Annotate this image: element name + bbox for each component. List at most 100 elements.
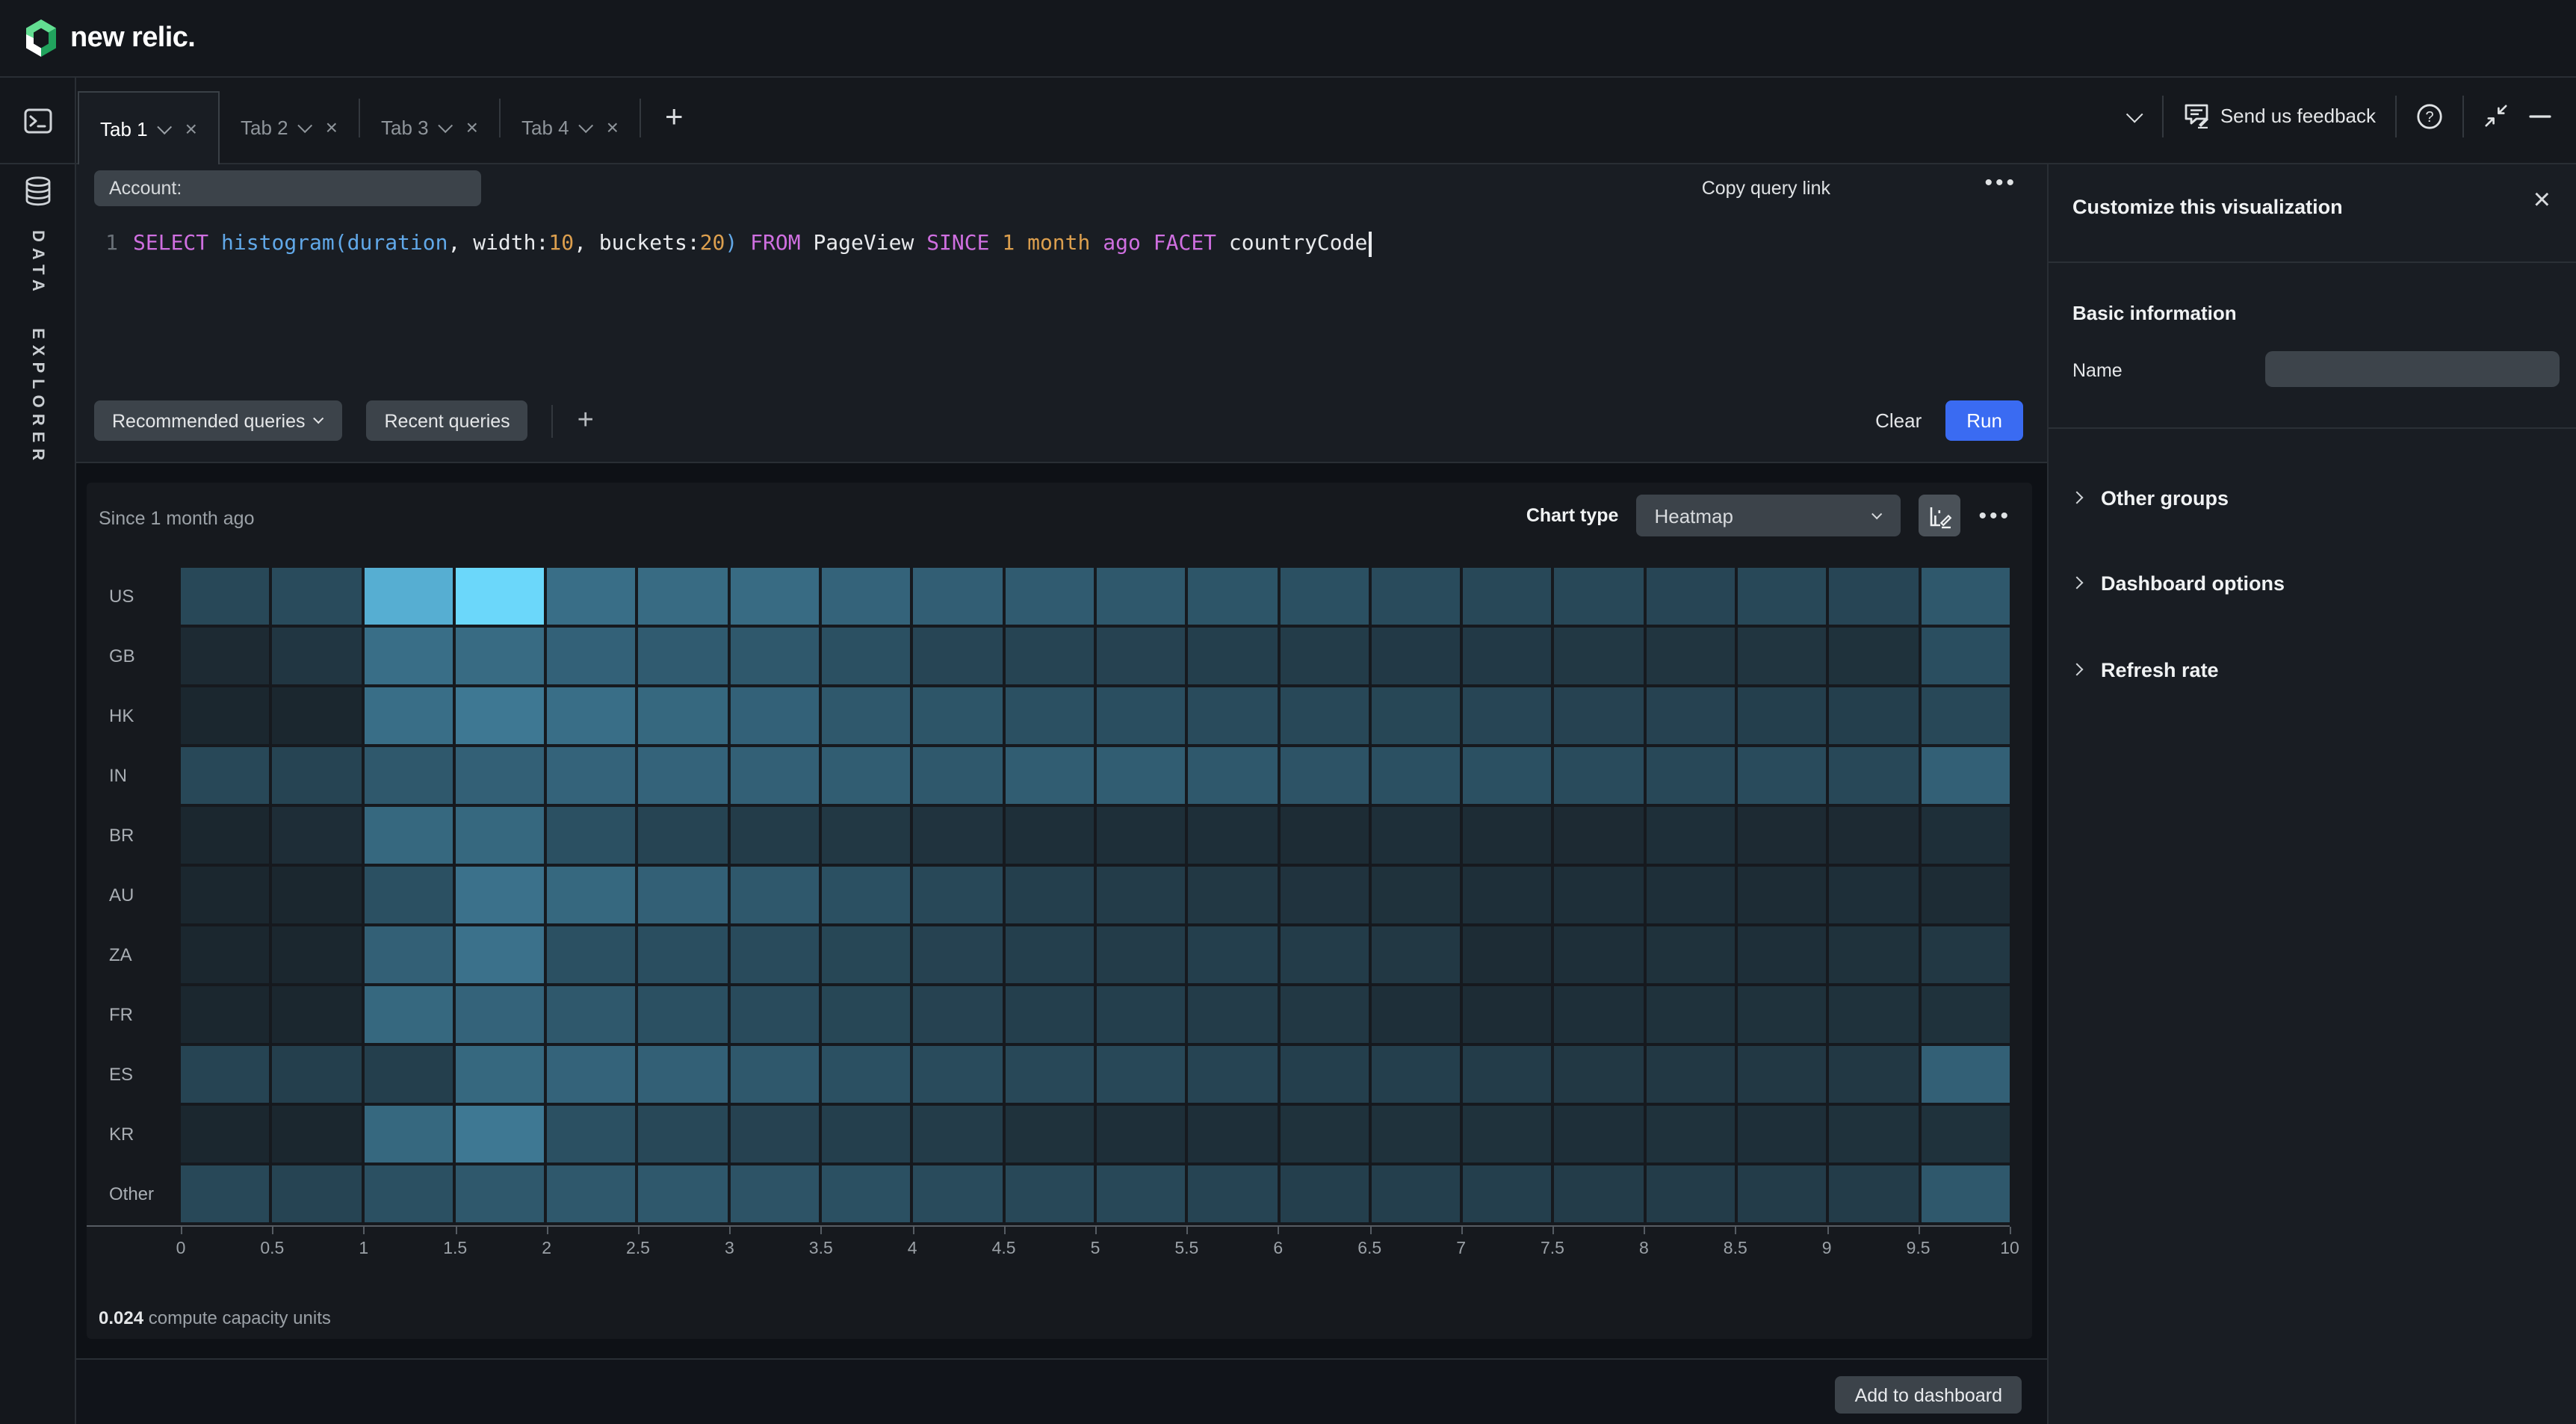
heatmap-cell[interactable] bbox=[547, 1106, 636, 1163]
recent-queries-button[interactable]: Recent queries bbox=[367, 400, 528, 441]
heatmap-cell[interactable] bbox=[1280, 807, 1369, 864]
heatmap-cell[interactable] bbox=[456, 1165, 545, 1222]
heatmap-cell[interactable] bbox=[1555, 1046, 1644, 1103]
heatmap-cell[interactable] bbox=[1280, 628, 1369, 684]
heatmap-cell[interactable] bbox=[1921, 926, 2010, 983]
heatmap-cell[interactable] bbox=[914, 1165, 1003, 1222]
heatmap-cell[interactable] bbox=[1830, 568, 1919, 625]
heatmap-cell[interactable] bbox=[1921, 687, 2010, 744]
heatmap-cell[interactable] bbox=[273, 867, 362, 923]
heatmap-cell[interactable] bbox=[364, 747, 453, 804]
tab-menu-chevron-icon[interactable] bbox=[157, 119, 172, 134]
heatmap-cell[interactable] bbox=[547, 747, 636, 804]
heatmap-cell[interactable] bbox=[1738, 568, 1827, 625]
heatmap-cell[interactable] bbox=[547, 807, 636, 864]
tab-menu-chevron-icon[interactable] bbox=[297, 117, 312, 132]
heatmap-cell[interactable] bbox=[731, 807, 820, 864]
heatmap-cell[interactable] bbox=[364, 1165, 453, 1222]
heatmap-cell[interactable] bbox=[639, 807, 728, 864]
heatmap-cell[interactable] bbox=[1921, 807, 2010, 864]
heatmap-cell[interactable] bbox=[639, 926, 728, 983]
heatmap-cell[interactable] bbox=[1372, 568, 1461, 625]
heatmap-cell[interactable] bbox=[1005, 1106, 1094, 1163]
heatmap-cell[interactable] bbox=[1830, 986, 1919, 1043]
heatmap-cell[interactable] bbox=[547, 867, 636, 923]
heatmap-cell[interactable] bbox=[456, 926, 545, 983]
heatmap-cell[interactable] bbox=[639, 1106, 728, 1163]
other-groups-section[interactable]: Other groups bbox=[2049, 471, 2576, 524]
heatmap-cell[interactable] bbox=[1463, 1106, 1552, 1163]
heatmap-cell[interactable] bbox=[1189, 687, 1278, 744]
heatmap-cell[interactable] bbox=[1097, 1106, 1186, 1163]
heatmap-cell[interactable] bbox=[1097, 807, 1186, 864]
heatmap-cell[interactable] bbox=[181, 568, 270, 625]
heatmap-cell[interactable] bbox=[1555, 926, 1644, 983]
tab-close-icon[interactable]: × bbox=[185, 118, 197, 139]
heatmap-cell[interactable] bbox=[1921, 1046, 2010, 1103]
copy-query-link-button[interactable]: Copy query link bbox=[1702, 178, 1830, 199]
heatmap-cell[interactable] bbox=[1647, 1046, 1736, 1103]
chart-more-button[interactable]: ••• bbox=[1978, 503, 2011, 528]
heatmap-cell[interactable] bbox=[822, 1165, 911, 1222]
heatmap-cell[interactable] bbox=[822, 1046, 911, 1103]
heatmap-cell[interactable] bbox=[1372, 1165, 1461, 1222]
heatmap-cell[interactable] bbox=[273, 986, 362, 1043]
heatmap-cell[interactable] bbox=[822, 807, 911, 864]
heatmap-cell[interactable] bbox=[273, 687, 362, 744]
heatmap-cell[interactable] bbox=[1463, 1046, 1552, 1103]
heatmap-cell[interactable] bbox=[1005, 747, 1094, 804]
heatmap-cell[interactable] bbox=[1647, 1106, 1736, 1163]
heatmap-cell[interactable] bbox=[1189, 926, 1278, 983]
heatmap-cell[interactable] bbox=[1647, 986, 1736, 1043]
collapse-window-button[interactable] bbox=[2483, 103, 2509, 129]
heatmap-cell[interactable] bbox=[731, 568, 820, 625]
heatmap-cell[interactable] bbox=[1463, 867, 1552, 923]
heatmap-cell[interactable] bbox=[1005, 986, 1094, 1043]
heatmap-cell[interactable] bbox=[181, 687, 270, 744]
chart-type-select[interactable]: Heatmap bbox=[1636, 495, 1901, 536]
heatmap-cell[interactable] bbox=[1738, 867, 1827, 923]
heatmap-cell[interactable] bbox=[1372, 628, 1461, 684]
heatmap-cell[interactable] bbox=[914, 568, 1003, 625]
add-to-dashboard-button[interactable]: Add to dashboard bbox=[1836, 1376, 2022, 1414]
heatmap-cell[interactable] bbox=[1647, 807, 1736, 864]
heatmap-cell[interactable] bbox=[639, 628, 728, 684]
heatmap-cell[interactable] bbox=[1097, 628, 1186, 684]
heatmap-cell[interactable] bbox=[456, 628, 545, 684]
heatmap-cell[interactable] bbox=[1555, 568, 1644, 625]
heatmap-cell[interactable] bbox=[1555, 1106, 1644, 1163]
nrql-code-line[interactable]: 1 SELECT histogram(duration, width:10, b… bbox=[76, 227, 2047, 260]
heatmap-cell[interactable] bbox=[639, 986, 728, 1043]
heatmap-cell[interactable] bbox=[731, 1046, 820, 1103]
heatmap-cell[interactable] bbox=[1830, 807, 1919, 864]
heatmap-cell[interactable] bbox=[1555, 747, 1644, 804]
heatmap-cell[interactable] bbox=[364, 568, 453, 625]
heatmap-cell[interactable] bbox=[822, 986, 911, 1043]
heatmap-cell[interactable] bbox=[456, 807, 545, 864]
heatmap-cell[interactable] bbox=[1463, 807, 1552, 864]
heatmap-cell[interactable] bbox=[547, 986, 636, 1043]
heatmap-cell[interactable] bbox=[1189, 807, 1278, 864]
heatmap-cell[interactable] bbox=[1280, 926, 1369, 983]
heatmap-cell[interactable] bbox=[1463, 926, 1552, 983]
heatmap-cell[interactable] bbox=[1189, 1106, 1278, 1163]
heatmap-cell[interactable] bbox=[1921, 747, 2010, 804]
heatmap-cell[interactable] bbox=[1280, 986, 1369, 1043]
heatmap-cell[interactable] bbox=[364, 1106, 453, 1163]
heatmap-cell[interactable] bbox=[1647, 747, 1736, 804]
account-selector[interactable]: Account: bbox=[94, 170, 481, 206]
editor-more-button[interactable]: ••• bbox=[1984, 170, 2017, 196]
heatmap-cell[interactable] bbox=[456, 747, 545, 804]
heatmap-cell[interactable] bbox=[1555, 687, 1644, 744]
name-input[interactable] bbox=[2265, 351, 2560, 387]
heatmap-cell[interactable] bbox=[1372, 747, 1461, 804]
heatmap-cell[interactable] bbox=[1647, 926, 1736, 983]
heatmap-cell[interactable] bbox=[1189, 986, 1278, 1043]
heatmap-cell[interactable] bbox=[181, 926, 270, 983]
heatmap-cell[interactable] bbox=[1097, 926, 1186, 983]
heatmap-cell[interactable] bbox=[1280, 1165, 1369, 1222]
heatmap-cell[interactable] bbox=[1005, 628, 1094, 684]
heatmap-cell[interactable] bbox=[914, 747, 1003, 804]
heatmap-cell[interactable] bbox=[181, 747, 270, 804]
heatmap-cell[interactable] bbox=[822, 867, 911, 923]
